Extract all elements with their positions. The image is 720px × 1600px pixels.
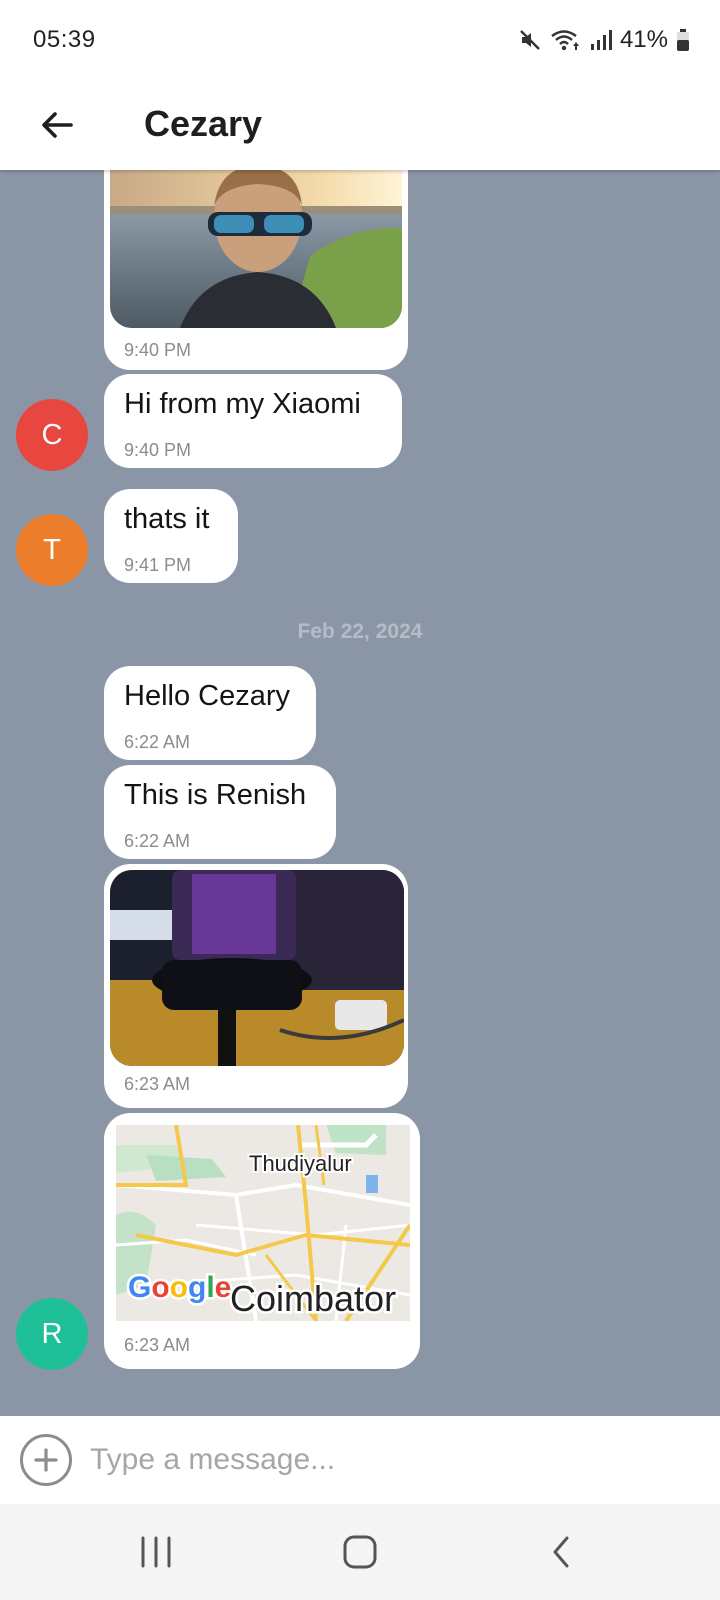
system-nav-bar bbox=[0, 1504, 720, 1600]
message-list[interactable]: 9:40 PM Hi from my Xiaomi 9:40 PM C that… bbox=[0, 170, 720, 1416]
message-input[interactable] bbox=[90, 1430, 690, 1490]
text-message[interactable]: This is Renish 6:22 AM bbox=[104, 765, 336, 859]
battery-icon bbox=[676, 28, 690, 52]
recent-apps-icon bbox=[141, 1536, 171, 1568]
home-icon bbox=[343, 1535, 377, 1569]
date-separator: Feb 22, 2024 bbox=[297, 620, 423, 643]
microphone-photo[interactable] bbox=[110, 870, 404, 1066]
map-label-thudiyalur: Thudiyalur bbox=[249, 1151, 352, 1176]
status-bar: 05:39 41% bbox=[0, 0, 720, 80]
image-message[interactable]: 6:23 AM bbox=[104, 864, 408, 1108]
back-icon bbox=[553, 1536, 569, 1568]
map-label-coimbatore: Coimbator bbox=[230, 1278, 396, 1319]
message-time: 6:23 AM bbox=[124, 1074, 191, 1094]
avatar-initial: T bbox=[43, 533, 61, 566]
avatar-initial: C bbox=[41, 418, 63, 451]
battery-percent: 41% bbox=[619, 26, 668, 53]
text-message[interactable]: thats it 9:41 PM bbox=[104, 489, 238, 583]
avatar-initial: R bbox=[41, 1317, 63, 1350]
nav-back-button[interactable] bbox=[532, 1522, 592, 1582]
message-time: 6:22 AM bbox=[124, 831, 191, 851]
message-time: 6:22 AM bbox=[124, 732, 191, 752]
message-time: 9:40 PM bbox=[124, 340, 192, 360]
signal-icon bbox=[590, 28, 612, 52]
message-time: 9:40 PM bbox=[124, 440, 192, 460]
attach-button[interactable] bbox=[20, 1434, 72, 1486]
back-button[interactable] bbox=[30, 98, 84, 152]
message-text: Hi from my Xiaomi bbox=[124, 388, 361, 420]
message-time: 6:23 AM bbox=[124, 1335, 191, 1355]
home-button[interactable] bbox=[330, 1522, 390, 1582]
arrow-left-icon bbox=[42, 112, 73, 138]
chat-header: Cezary bbox=[0, 80, 720, 170]
message-time: 9:41 PM bbox=[124, 555, 192, 575]
avatar[interactable]: C bbox=[16, 399, 88, 471]
message-text: This is Renish bbox=[124, 779, 307, 811]
wifi-icon bbox=[550, 28, 582, 52]
mute-icon bbox=[518, 28, 542, 52]
text-message[interactable]: Hello Cezary 6:22 AM bbox=[104, 666, 316, 760]
avatar[interactable]: R bbox=[16, 1298, 88, 1370]
status-time: 05:39 bbox=[33, 26, 96, 53]
message-text: Hello Cezary bbox=[124, 680, 290, 712]
composer bbox=[0, 1416, 720, 1504]
image-message[interactable]: 9:40 PM bbox=[104, 170, 408, 370]
text-message[interactable]: Hi from my Xiaomi 9:40 PM bbox=[104, 374, 402, 468]
status-icons: 41% bbox=[518, 24, 690, 56]
google-logo: Google bbox=[128, 1271, 231, 1304]
chat-title: Cezary bbox=[144, 103, 263, 144]
location-message[interactable]: Thudiyalur Google Coimbator 6:23 AM bbox=[104, 1113, 420, 1369]
recent-apps-button[interactable] bbox=[126, 1522, 186, 1582]
plus-circle-icon bbox=[34, 1448, 58, 1472]
selfie-photo[interactable] bbox=[110, 170, 402, 328]
map-preview[interactable]: Thudiyalur Google Coimbator bbox=[116, 1125, 410, 1321]
message-text: thats it bbox=[124, 503, 210, 535]
avatar[interactable]: T bbox=[16, 514, 88, 586]
